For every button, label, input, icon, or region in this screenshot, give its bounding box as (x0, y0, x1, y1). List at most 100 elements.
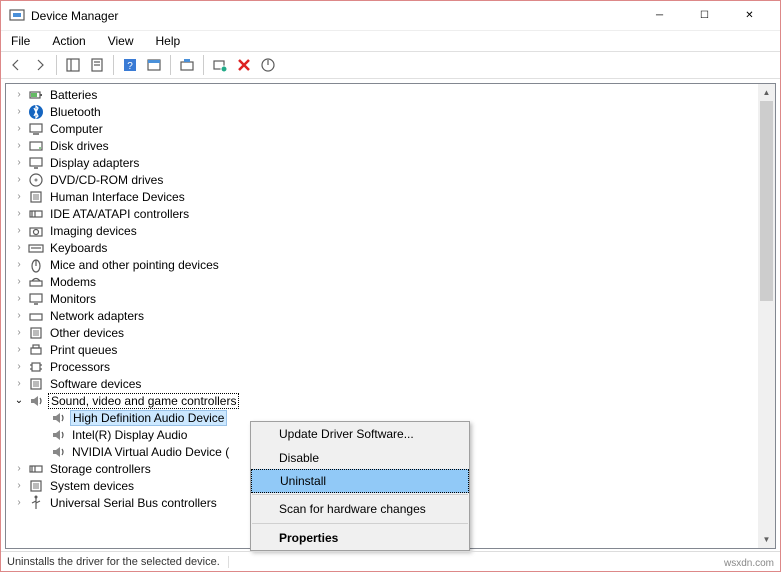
action-button[interactable] (143, 54, 165, 76)
maximize-button[interactable]: ☐ (682, 2, 727, 30)
tree-node[interactable]: › Display adapters (6, 154, 758, 171)
tree-node-label[interactable]: DVD/CD-ROM drives (48, 173, 165, 187)
toolbar: ? (1, 51, 780, 79)
uninstall-button[interactable] (233, 54, 255, 76)
tree-node[interactable]: › Bluetooth (6, 103, 758, 120)
tree-node[interactable]: › Disk drives (6, 137, 758, 154)
expand-icon[interactable]: › (12, 173, 26, 187)
expand-icon[interactable]: › (12, 292, 26, 306)
tree-node-label[interactable]: Universal Serial Bus controllers (48, 496, 219, 510)
tree-node-label[interactable]: System devices (48, 479, 136, 493)
scroll-down-button[interactable]: ▼ (758, 531, 775, 548)
tree-node-label[interactable]: Other devices (48, 326, 126, 340)
tree-node[interactable]: › Processors (6, 358, 758, 375)
tree-node-label[interactable]: Bluetooth (48, 105, 103, 119)
expand-icon[interactable]: › (12, 105, 26, 119)
expand-icon[interactable]: › (12, 462, 26, 476)
expand-icon[interactable]: › (12, 224, 26, 238)
tree-node-label[interactable]: Display adapters (48, 156, 141, 170)
tree-node[interactable]: › Keyboards (6, 239, 758, 256)
tree-node-label[interactable]: NVIDIA Virtual Audio Device ( (70, 445, 231, 459)
minimize-button[interactable]: ─ (637, 2, 682, 30)
expand-icon[interactable]: › (12, 122, 26, 136)
tree-node[interactable]: ⌄ Sound, video and game controllers (6, 392, 758, 409)
context-menu-disable[interactable]: Disable (251, 446, 469, 470)
tree-node[interactable]: › IDE ATA/ATAPI controllers (6, 205, 758, 222)
printer-icon (28, 342, 44, 358)
expand-placeholder (34, 445, 48, 459)
tree-node[interactable]: › Print queues (6, 341, 758, 358)
expand-placeholder (34, 411, 48, 425)
scroll-thumb[interactable] (760, 101, 773, 301)
tree-node-label[interactable]: Print queues (48, 343, 119, 357)
tree-node-label[interactable]: Software devices (48, 377, 143, 391)
tree-node[interactable]: › Modems (6, 273, 758, 290)
tree-node-label[interactable]: Disk drives (48, 139, 111, 153)
tree-node[interactable]: › Monitors (6, 290, 758, 307)
tree-node[interactable]: › Software devices (6, 375, 758, 392)
expand-icon[interactable]: › (12, 88, 26, 102)
expand-icon[interactable]: › (12, 275, 26, 289)
context-menu-scan[interactable]: Scan for hardware changes (251, 497, 469, 521)
tree-node[interactable]: › Batteries (6, 86, 758, 103)
close-button[interactable]: ✕ (727, 2, 772, 30)
expand-icon[interactable]: › (12, 496, 26, 510)
tree-node-label[interactable]: Intel(R) Display Audio (70, 428, 189, 442)
update-driver-button[interactable] (176, 54, 198, 76)
tree-node[interactable]: › Other devices (6, 324, 758, 341)
tree-node-label[interactable]: Batteries (48, 88, 99, 102)
tree-node-label[interactable]: IDE ATA/ATAPI controllers (48, 207, 191, 221)
tree-node-label[interactable]: Processors (48, 360, 112, 374)
forward-button[interactable] (29, 54, 51, 76)
properties-button[interactable] (86, 54, 108, 76)
tree-node-label[interactable]: Modems (48, 275, 98, 289)
context-menu-update[interactable]: Update Driver Software... (251, 422, 469, 446)
back-button[interactable] (5, 54, 27, 76)
tree-node[interactable]: › Mice and other pointing devices (6, 256, 758, 273)
expand-icon[interactable]: › (12, 139, 26, 153)
tree-node-label[interactable]: Storage controllers (48, 462, 153, 476)
tree-node-label[interactable]: Computer (48, 122, 105, 136)
tree-node-label[interactable]: High Definition Audio Device (70, 410, 227, 426)
menu-file[interactable]: File (7, 33, 34, 49)
context-menu-uninstall[interactable]: Uninstall (251, 469, 469, 493)
tree-node-label[interactable]: Monitors (48, 292, 98, 306)
scan-hardware-button[interactable] (209, 54, 231, 76)
tree-node-label[interactable]: Mice and other pointing devices (48, 258, 221, 272)
tree-node[interactable]: › Imaging devices (6, 222, 758, 239)
expand-icon[interactable]: › (12, 190, 26, 204)
vertical-scrollbar[interactable]: ▲ ▼ (758, 84, 775, 548)
menu-action[interactable]: Action (48, 33, 89, 49)
app-icon (9, 8, 25, 24)
tree-node[interactable]: › Human Interface Devices (6, 188, 758, 205)
expand-icon[interactable]: › (12, 241, 26, 255)
tree-node-label[interactable]: Keyboards (48, 241, 109, 255)
expand-icon[interactable]: › (12, 343, 26, 357)
tree-node[interactable]: › DVD/CD-ROM drives (6, 171, 758, 188)
collapse-icon[interactable]: ⌄ (12, 394, 26, 408)
context-menu-properties[interactable]: Properties (251, 526, 469, 550)
scroll-track[interactable] (758, 101, 775, 531)
expand-icon[interactable]: › (12, 377, 26, 391)
show-hide-console-tree-button[interactable] (62, 54, 84, 76)
tree-node-label[interactable]: Human Interface Devices (48, 190, 187, 204)
expand-icon[interactable]: › (12, 360, 26, 374)
svg-text:?: ? (127, 61, 133, 72)
tree-node[interactable]: › Computer (6, 120, 758, 137)
tree-node-label[interactable]: Imaging devices (48, 224, 139, 238)
expand-icon[interactable]: › (12, 156, 26, 170)
status-bar: Uninstalls the driver for the selected d… (1, 551, 780, 571)
menu-view[interactable]: View (104, 33, 138, 49)
scroll-up-button[interactable]: ▲ (758, 84, 775, 101)
expand-icon[interactable]: › (12, 479, 26, 493)
help-button[interactable]: ? (119, 54, 141, 76)
expand-icon[interactable]: › (12, 258, 26, 272)
menu-help[interactable]: Help (152, 33, 185, 49)
expand-icon[interactable]: › (12, 309, 26, 323)
disable-button[interactable] (257, 54, 279, 76)
tree-node-label[interactable]: Sound, video and game controllers (48, 393, 239, 409)
expand-icon[interactable]: › (12, 207, 26, 221)
tree-node[interactable]: › Network adapters (6, 307, 758, 324)
expand-icon[interactable]: › (12, 326, 26, 340)
tree-node-label[interactable]: Network adapters (48, 309, 146, 323)
